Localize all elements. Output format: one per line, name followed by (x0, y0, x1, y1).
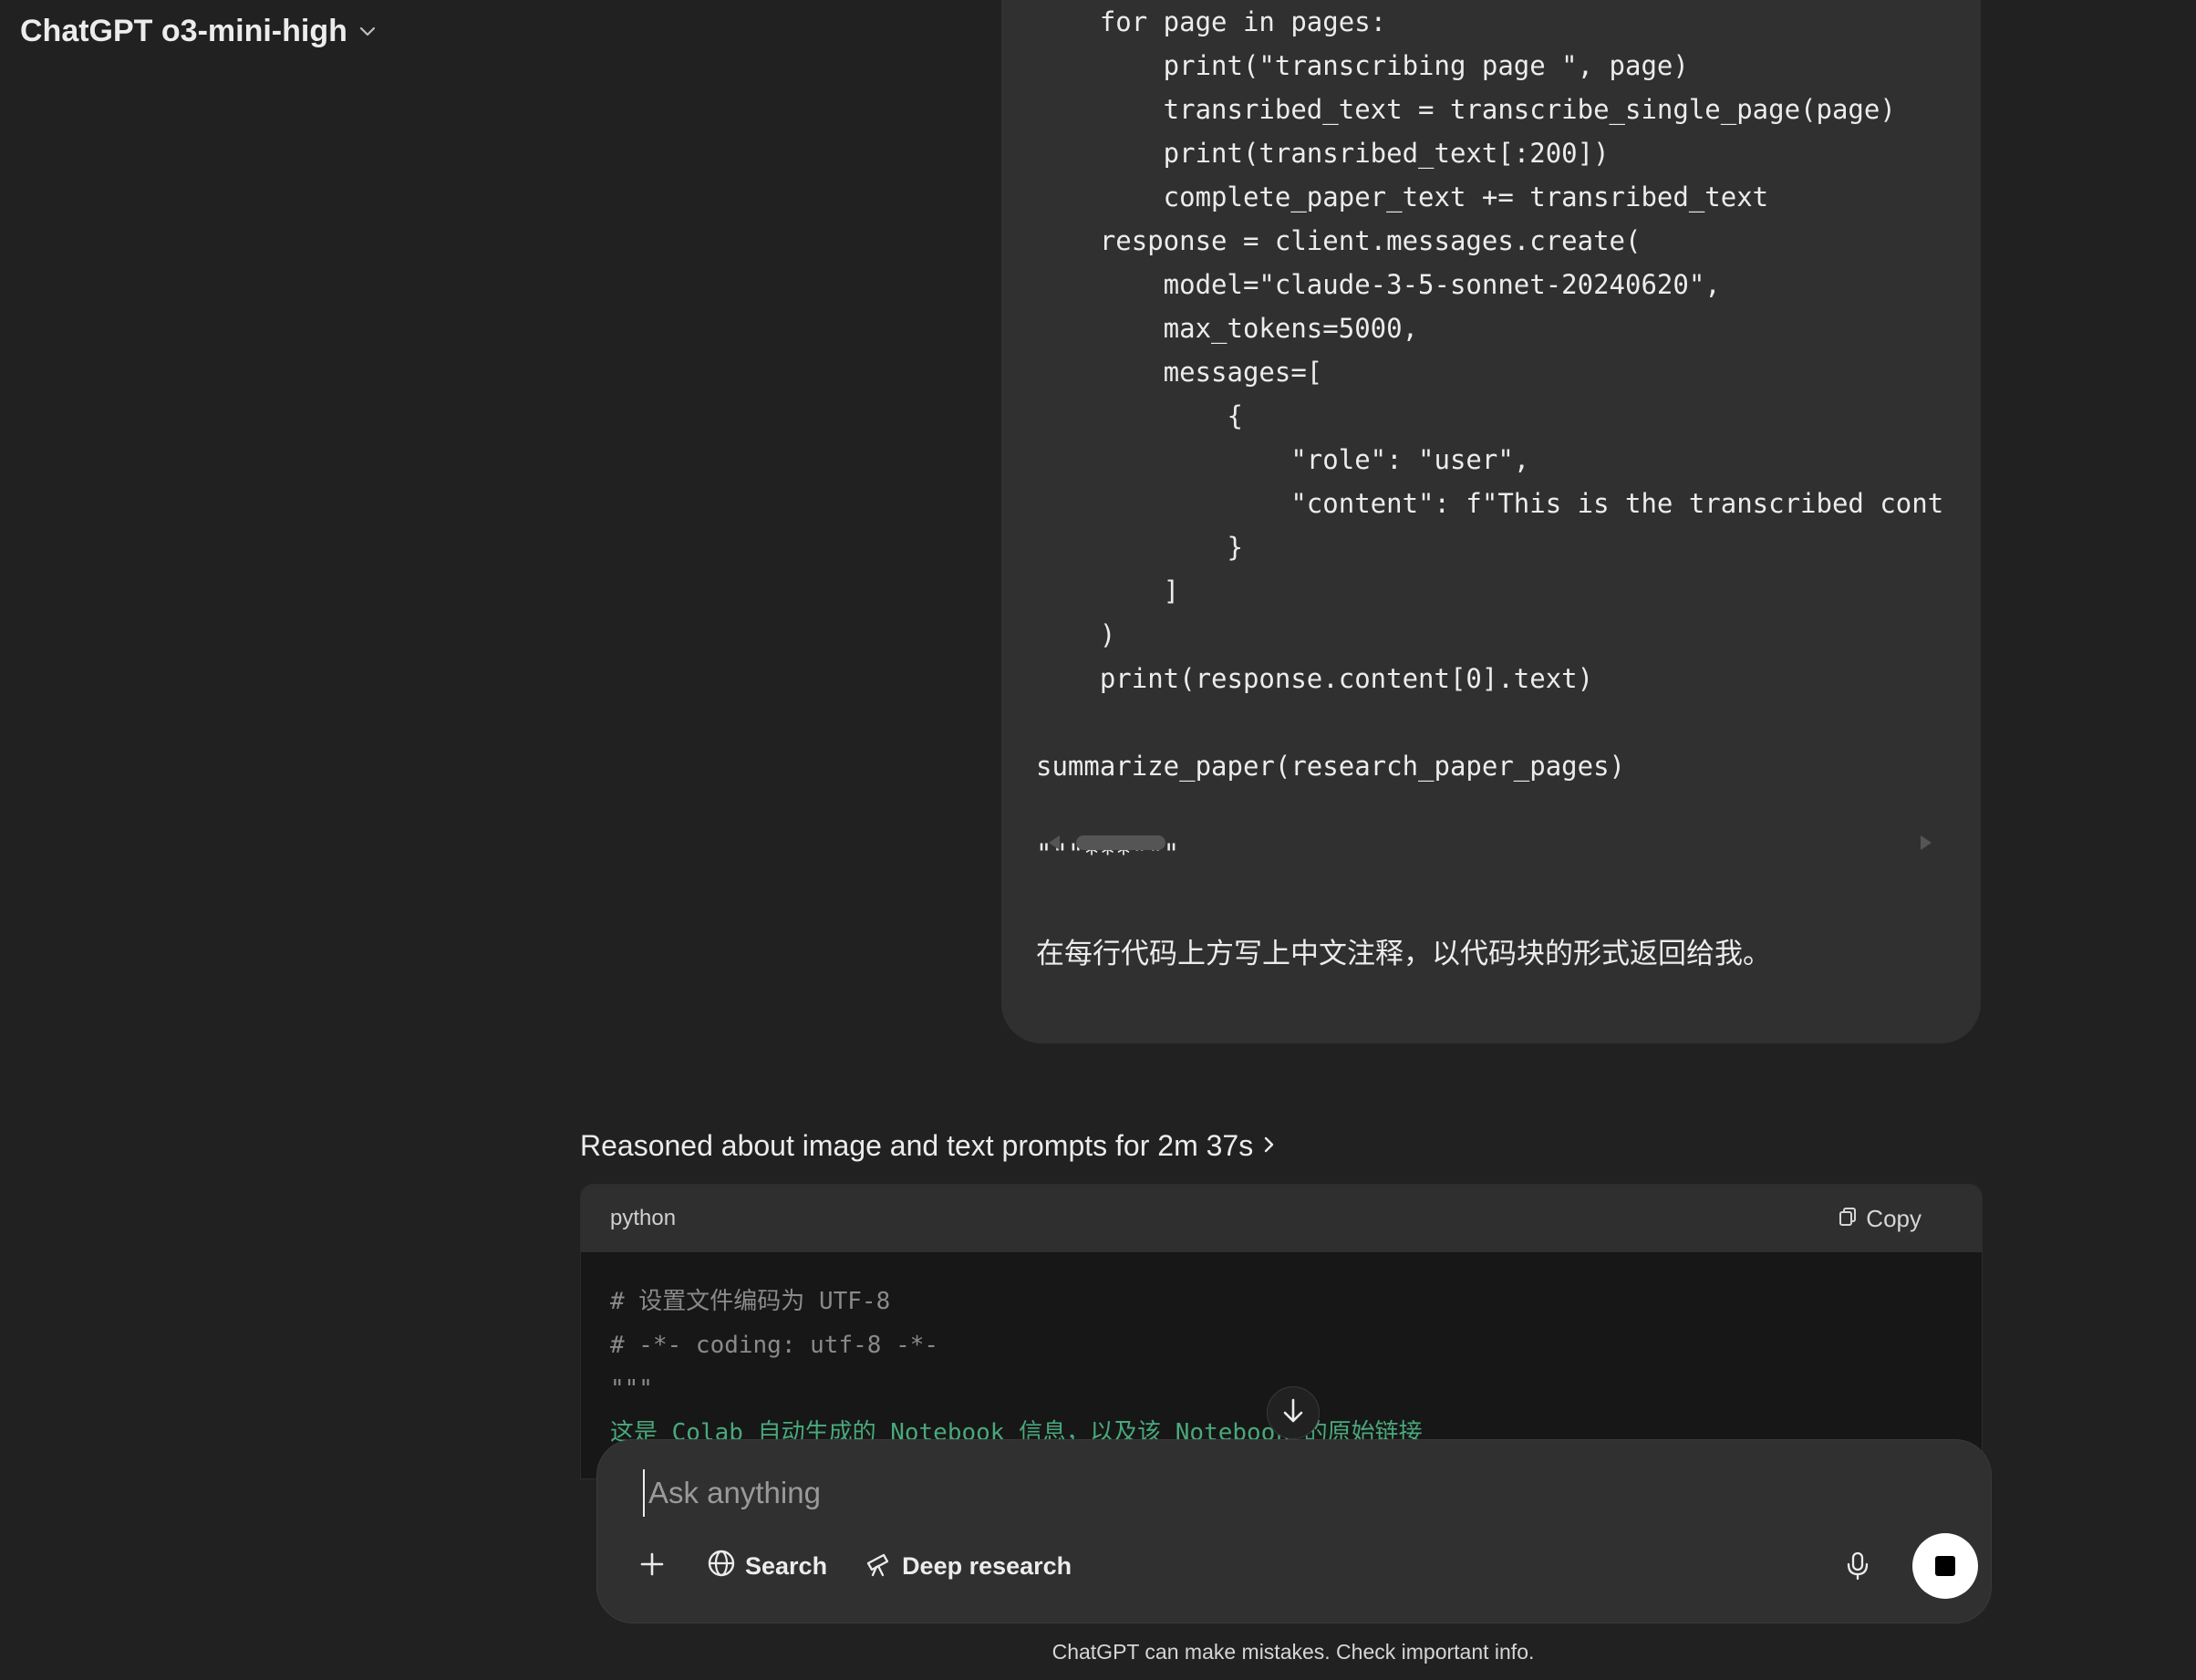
code-line: for page in pages: (1036, 6, 1387, 37)
composer-tool-row: Search Deep research (634, 1540, 1072, 1592)
disclaimer-text: ChatGPT can make mistakes. Check importa… (1051, 1640, 1535, 1664)
code-line: ) (1036, 619, 1116, 650)
scroll-left-icon[interactable] (1049, 835, 1060, 850)
code-line: model="claude-3-5-sonnet-20240620", (1036, 269, 1721, 300)
chat-page: ChatGPT o3-mini-high for page in pages: … (0, 0, 2196, 1680)
code-line: # 设置文件编码为 UTF-8 (610, 1288, 891, 1315)
attach-button[interactable] (634, 1548, 670, 1584)
code-line: transribed_text = transcribe_single_page… (1036, 94, 1896, 125)
prompt-input[interactable] (643, 1469, 1909, 1517)
search-button[interactable]: Search (707, 1549, 827, 1584)
code-block-header: python Copy (581, 1185, 1982, 1252)
code-line: print("transcribing page ", page) (1036, 50, 1689, 81)
code-line: max_tokens=5000, (1036, 313, 1419, 344)
globe-icon (707, 1549, 736, 1584)
user-message-code: for page in pages: print("transcribing p… (1036, 0, 1948, 876)
chevron-down-icon (358, 22, 377, 40)
copy-code-button[interactable]: Copy (1839, 1205, 1922, 1233)
reasoning-summary-toggle[interactable]: Reasoned about image and text prompts fo… (580, 1129, 1277, 1163)
voice-input-button[interactable] (1839, 1550, 1876, 1586)
copy-icon (1839, 1205, 1857, 1233)
model-name: ChatGPT o3-mini-high (20, 13, 347, 48)
deep-research-button[interactable]: Deep research (864, 1549, 1072, 1584)
message-composer: Search Deep research (596, 1439, 1992, 1623)
plus-icon (638, 1550, 666, 1582)
chevron-right-icon (1262, 1129, 1277, 1163)
copy-label: Copy (1866, 1204, 1922, 1232)
stop-generating-button[interactable] (1912, 1533, 1978, 1599)
deep-research-label: Deep research (902, 1551, 1072, 1580)
horizontal-scrollbar[interactable] (1049, 828, 1932, 856)
reasoning-label: Reasoned about image and text prompts fo… (580, 1129, 1254, 1162)
code-line: { (1036, 400, 1243, 431)
code-line: summarize_paper(research_paper_pages) (1036, 751, 1626, 782)
code-line: messages=[ (1036, 357, 1323, 388)
user-message-bubble: for page in pages: print("transcribing p… (1001, 0, 1981, 1043)
code-line: # -*- coding: utf-8 -*- (610, 1332, 939, 1359)
scrollbar-thumb[interactable] (1076, 835, 1165, 850)
scroll-to-bottom-button[interactable] (1267, 1386, 1320, 1439)
code-line: print(response.content[0].text) (1036, 663, 1594, 694)
code-line: "content": f"This is the transcribed con… (1036, 488, 1944, 519)
telescope-icon (864, 1549, 893, 1584)
code-line: } (1036, 532, 1243, 563)
code-line: print(transribed_text[:200]) (1036, 138, 1610, 169)
model-switcher[interactable]: ChatGPT o3-mini-high (20, 5, 377, 57)
microphone-icon (1846, 1551, 1870, 1585)
scroll-right-icon[interactable] (1921, 835, 1932, 850)
arrow-down-icon (1280, 1397, 1306, 1429)
code-line: ] (1036, 576, 1180, 607)
code-line: "role": "user", (1036, 444, 1530, 475)
code-language-label: python (610, 1206, 677, 1230)
code-line: response = client.messages.create( (1036, 225, 1642, 256)
search-label: Search (745, 1551, 828, 1580)
code-line: complete_paper_text += transribed_text (1036, 181, 1769, 213)
user-instruction-text: 在每行代码上方写上中文注释，以代码块的形式返回给我。 (1036, 938, 1771, 970)
stop-icon (1935, 1556, 1955, 1576)
